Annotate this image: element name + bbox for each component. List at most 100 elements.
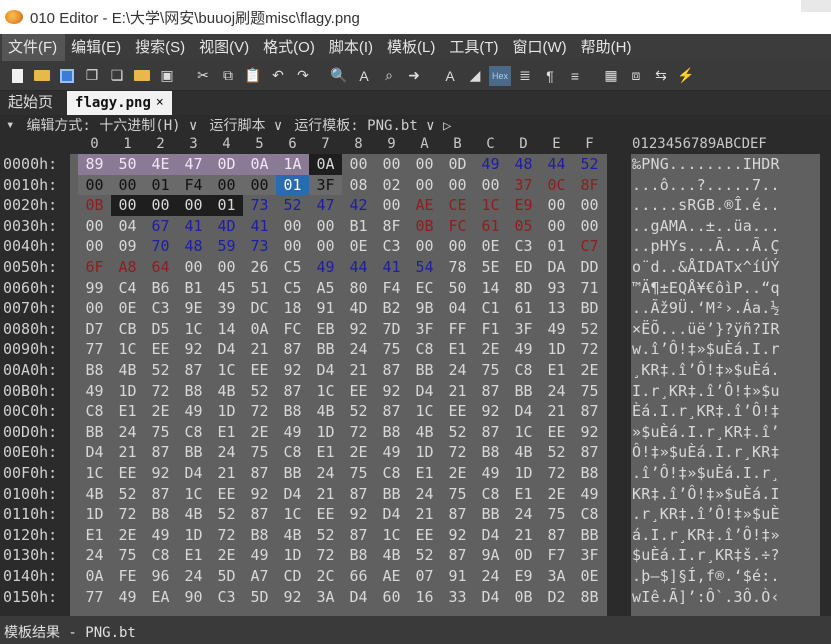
ascii-text[interactable]: ×ËÕ...üë’}?ÿñ?IR <box>632 319 780 340</box>
ascii-text[interactable]: .þ–$]§Í,f®.‘$é:. <box>632 566 780 587</box>
hex-byte[interactable]: 00 <box>78 236 111 257</box>
hex-byte[interactable]: D7 <box>78 319 111 340</box>
open-workspace-button[interactable]: ▣ <box>156 65 178 87</box>
save-all-button[interactable]: ❏ <box>106 65 128 87</box>
hex-byte[interactable]: 1D <box>540 339 573 360</box>
hex-byte[interactable]: 52 <box>111 484 144 505</box>
hex-byte[interactable]: 64 <box>144 257 177 278</box>
hex-byte[interactable]: D4 <box>342 587 375 608</box>
ascii-text[interactable]: wIê.Ã]’:Ô`.3Ô.Ò‹ <box>632 587 780 608</box>
hex-byte[interactable]: 0A <box>78 566 111 587</box>
hex-byte[interactable]: 4E <box>144 154 177 175</box>
hex-byte[interactable]: B8 <box>375 422 408 443</box>
hex-byte[interactable]: 2E <box>573 360 606 381</box>
hex-byte[interactable]: E1 <box>177 545 210 566</box>
hex-byte[interactable]: 47 <box>309 195 342 216</box>
hex-byte[interactable]: 4B <box>210 381 243 402</box>
hex-byte[interactable]: 87 <box>144 442 177 463</box>
hex-byte[interactable]: 1D <box>177 525 210 546</box>
ascii-text[interactable]: o¨d..&ÅIDATx^íÚÝ <box>632 257 780 278</box>
hex-byte[interactable]: EC <box>408 278 441 299</box>
hex-byte[interactable]: 80 <box>342 278 375 299</box>
hex-byte[interactable]: 52 <box>441 422 474 443</box>
hex-byte[interactable]: 87 <box>276 339 309 360</box>
ascii-text[interactable]: »$uÈá.I.r¸KR‡.î’ <box>632 422 780 443</box>
hex-byte[interactable]: DC <box>243 298 276 319</box>
hex-byte[interactable]: E1 <box>111 401 144 422</box>
ascii-text[interactable]: ‰PNG........IHDR <box>632 154 780 175</box>
hex-byte[interactable]: 4B <box>375 545 408 566</box>
hex-byte[interactable]: E1 <box>408 463 441 484</box>
ascii-text[interactable]: ...ô...?.....7.. <box>632 175 780 196</box>
hex-byte[interactable]: 92 <box>177 339 210 360</box>
hex-byte[interactable]: C8 <box>177 422 210 443</box>
hex-byte[interactable]: 1A <box>276 154 309 175</box>
hex-byte[interactable]: ED <box>507 257 540 278</box>
hex-byte[interactable]: E1 <box>540 360 573 381</box>
hex-byte[interactable]: 92 <box>342 504 375 525</box>
hex-byte[interactable]: BB <box>375 484 408 505</box>
hex-byte[interactable]: 00 <box>375 154 408 175</box>
hex-byte[interactable]: 04 <box>441 298 474 319</box>
tools-button[interactable]: ⚡ <box>675 65 697 87</box>
hex-byte[interactable]: 72 <box>144 381 177 402</box>
hex-byte[interactable]: 49 <box>474 463 507 484</box>
hex-byte[interactable]: 24 <box>441 360 474 381</box>
hex-byte[interactable]: 2E <box>243 422 276 443</box>
hex-byte[interactable]: 5E <box>474 257 507 278</box>
hex-byte[interactable]: C8 <box>78 401 111 422</box>
hex-byte[interactable]: B8 <box>474 442 507 463</box>
hex-byte[interactable]: 24 <box>507 504 540 525</box>
hex-byte[interactable]: 1C <box>177 484 210 505</box>
hex-byte[interactable]: 00 <box>78 174 111 196</box>
hex-byte[interactable]: 00 <box>441 236 474 257</box>
ascii-text[interactable]: w.î’Ô!‡»$uÈá.I.r <box>632 339 780 360</box>
hex-byte[interactable]: 87 <box>474 381 507 402</box>
hex-byte[interactable]: D4 <box>507 401 540 422</box>
hex-byte[interactable]: BB <box>573 525 606 546</box>
hex-byte[interactable]: 2E <box>210 545 243 566</box>
hex-byte[interactable]: 0E <box>573 566 606 587</box>
swap-button[interactable]: ⇆ <box>650 65 672 87</box>
hex-byte[interactable]: 72 <box>111 504 144 525</box>
hex-byte[interactable]: 00 <box>573 195 606 216</box>
font-button[interactable]: A <box>439 65 461 87</box>
hex-byte[interactable]: 61 <box>507 298 540 319</box>
hex-byte[interactable]: 52 <box>309 525 342 546</box>
hex-byte[interactable]: BB <box>276 463 309 484</box>
hex-byte[interactable]: 1D <box>78 504 111 525</box>
hex-byte[interactable]: 00 <box>111 174 144 196</box>
goto-button[interactable]: ➜ <box>403 65 425 87</box>
hex-byte[interactable]: 0A <box>243 154 276 175</box>
hex-byte[interactable]: 60 <box>375 587 408 608</box>
hex-byte[interactable]: 77 <box>78 339 111 360</box>
hex-byte[interactable]: 52 <box>540 442 573 463</box>
hex-byte[interactable]: 73 <box>243 236 276 257</box>
hex-byte[interactable]: F1 <box>474 319 507 340</box>
ascii-text[interactable]: $uÈá.I.r¸KR‡š.÷? <box>632 545 780 566</box>
menu-window[interactable]: 窗口(W) <box>507 34 575 61</box>
hex-byte[interactable]: 87 <box>243 463 276 484</box>
hex-byte[interactable]: 24 <box>78 545 111 566</box>
hex-byte[interactable]: AE <box>408 195 441 216</box>
hex-byte[interactable]: 92 <box>243 484 276 505</box>
hex-byte[interactable]: 49 <box>78 381 111 402</box>
hex-byte[interactable]: 21 <box>540 401 573 422</box>
hex-byte[interactable]: D4 <box>210 339 243 360</box>
hex-byte[interactable]: C3 <box>210 587 243 608</box>
menu-template[interactable]: 模板(L) <box>381 34 443 61</box>
hex-byte[interactable]: B8 <box>276 401 309 422</box>
hex-byte[interactable]: EB <box>309 319 342 340</box>
hex-byte[interactable]: 2E <box>111 525 144 546</box>
hex-byte[interactable]: BB <box>78 422 111 443</box>
hex-byte[interactable]: 48 <box>507 154 540 175</box>
hex-byte[interactable]: 49 <box>309 257 342 278</box>
hex-byte[interactable]: BB <box>177 442 210 463</box>
hex-byte[interactable]: 21 <box>309 484 342 505</box>
hex-byte[interactable]: 49 <box>144 525 177 546</box>
hex-byte[interactable]: 8F <box>375 216 408 237</box>
hex-byte[interactable]: 01 <box>540 236 573 257</box>
tab-start-page[interactable]: 起始页 <box>0 91 61 115</box>
hex-byte[interactable]: 52 <box>342 401 375 422</box>
hex-byte[interactable]: D4 <box>375 504 408 525</box>
